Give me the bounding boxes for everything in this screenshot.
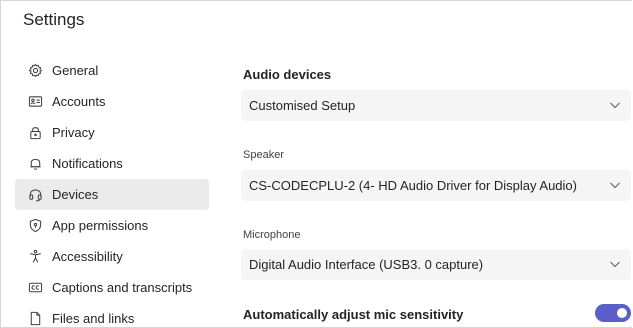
chevron-down-icon	[610, 102, 620, 109]
auto-mic-sensitivity-label: Automatically adjust mic sensitivity	[243, 307, 464, 322]
settings-window: Settings General Accounts Privacy Notifi…	[0, 0, 632, 328]
microphone-label: Microphone	[243, 229, 301, 241]
sidebar-item-privacy[interactable]: Privacy	[15, 117, 209, 148]
file-icon	[27, 311, 43, 327]
chevron-down-icon	[610, 182, 620, 189]
sidebar-item-label: General	[52, 63, 99, 78]
toggle-knob	[617, 308, 627, 318]
speaker-label: Speaker	[243, 149, 284, 161]
auto-mic-sensitivity-toggle[interactable]	[595, 304, 631, 322]
sidebar-item-label: Notifications	[52, 156, 123, 171]
speaker-value: CS-CODECPLU-2 (4- HD Audio Driver for Di…	[249, 178, 577, 193]
audio-setup-value: Customised Setup	[249, 98, 356, 113]
bell-icon	[27, 156, 43, 172]
id-card-icon	[27, 94, 43, 110]
page-title: Settings	[23, 10, 85, 29]
cc-icon	[27, 280, 43, 296]
microphone-value: Digital Audio Interface (USB3. 0 capture…	[249, 257, 484, 272]
sidebar-item-devices[interactable]: Devices	[15, 179, 209, 210]
sidebar-item-general[interactable]: General	[15, 55, 209, 86]
sidebar-item-captions-and-transcripts[interactable]: Captions and transcripts	[15, 272, 209, 303]
sidebar-item-label: Accounts	[52, 94, 106, 109]
sidebar-item-label: Files and links	[52, 311, 135, 326]
sidebar-item-label: Accessibility	[52, 249, 123, 264]
audio-setup-dropdown[interactable]: Customised Setup	[241, 90, 631, 121]
sidebar-item-notifications[interactable]: Notifications	[15, 148, 209, 179]
sidebar-item-label: Devices	[52, 187, 99, 202]
sidebar-item-files-and-links[interactable]: Files and links	[15, 303, 209, 327]
shield-icon	[27, 218, 43, 234]
headset-icon	[27, 187, 43, 203]
microphone-dropdown[interactable]: Digital Audio Interface (USB3. 0 capture…	[241, 249, 631, 280]
audio-devices-heading: Audio devices	[243, 67, 332, 82]
sidebar-item-app-permissions[interactable]: App permissions	[15, 210, 209, 241]
settings-sidebar: General Accounts Privacy Notifications D…	[15, 55, 209, 327]
sidebar-item-label: App permissions	[52, 218, 149, 233]
sidebar-item-label: Privacy	[52, 125, 95, 140]
sidebar-item-label: Captions and transcripts	[52, 280, 193, 295]
sidebar-item-accounts[interactable]: Accounts	[15, 86, 209, 117]
lock-icon	[27, 125, 43, 141]
gear-icon	[27, 63, 43, 79]
speaker-dropdown[interactable]: CS-CODECPLU-2 (4- HD Audio Driver for Di…	[241, 170, 631, 201]
chevron-down-icon	[610, 261, 620, 268]
accessibility-icon	[27, 249, 43, 265]
sidebar-item-accessibility[interactable]: Accessibility	[15, 241, 209, 272]
